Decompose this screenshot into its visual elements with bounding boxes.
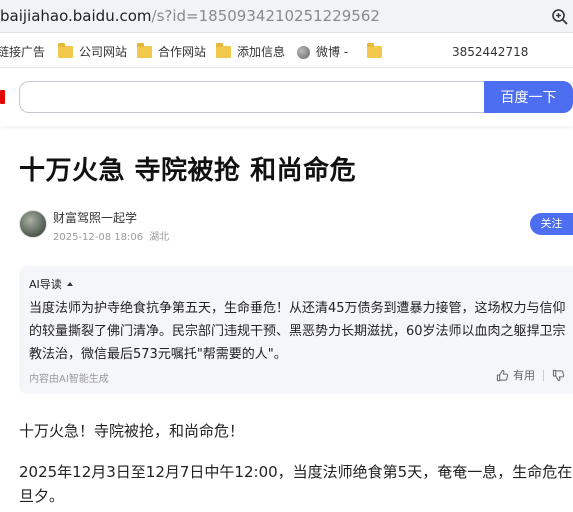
article-paragraph: 2025年12月3日至12月7日中午12:00，当度法师绝食第5天，奄奄一息，生… <box>19 463 573 505</box>
bookmarks-bar: 链接广告 公司网站 合作网站 添加信息 微博 - 3852442718 <box>0 34 573 68</box>
ai-disclaimer: 内容由AI智能生成 <box>29 374 109 385</box>
follow-button[interactable]: 关注 <box>530 213 573 235</box>
ai-summary-toggle[interactable]: AI导读 <box>29 276 73 292</box>
ai-summary-text: 当度法师为护寺绝食抗争第五天，生命垂危！从还清45万债务到遭暴力接管，这场权力与… <box>29 301 566 362</box>
bookmark-label: 链接广告 <box>0 45 46 59</box>
bookmark-label: 合作网站 <box>158 45 207 59</box>
bookmark-item[interactable]: 公司网站 <box>58 43 127 61</box>
ai-summary-box: AI导读 当度法师为护寺绝食抗争第五天，生命垂危！从还清45万债务到遭暴力接管，… <box>19 266 573 394</box>
publish-date: 2025-12-08 18:06 <box>53 232 144 243</box>
bookmark-item[interactable]: 链接广告 <box>0 43 45 61</box>
folder-icon <box>58 43 73 58</box>
article-title: 十万火急 寺院被抢 和尚命危 <box>19 156 357 186</box>
ai-heading: AI导读 <box>29 278 62 291</box>
search-header: 百度一下 <box>0 68 573 126</box>
counter-text: 3852442718 <box>452 45 529 59</box>
bookmark-counter: 3852442718 <box>452 43 528 61</box>
thumbs-up-icon[interactable] <box>496 369 509 382</box>
bookmark-label: 添加信息 <box>237 45 286 59</box>
caret-up-icon <box>66 282 73 286</box>
search-button[interactable]: 百度一下 <box>484 81 573 113</box>
thumbs-down-icon[interactable] <box>552 369 565 382</box>
folder-icon <box>367 43 382 58</box>
url-host: baijiahao.baidu.com <box>0 7 152 25</box>
ai-feedback: 有用 <box>496 367 565 383</box>
bookmark-item[interactable]: 添加信息 <box>216 43 285 61</box>
author-name[interactable]: 财富驾照一起学 <box>53 209 137 226</box>
divider <box>543 369 544 381</box>
folder-icon <box>216 43 231 58</box>
bookmark-item[interactable] <box>367 43 388 61</box>
folder-icon <box>137 43 152 58</box>
address-bar[interactable]: baijiahao.baidu.com/s?id=185093421025122… <box>0 0 573 33</box>
zoom-icon[interactable] <box>551 8 569 26</box>
article-paragraph: 十万火急！寺院被抢，和尚命危！ <box>19 422 245 440</box>
bookmark-label: 微博 - <box>316 45 349 59</box>
globe-icon <box>297 45 310 59</box>
publish-location: 湖北 <box>149 232 170 243</box>
bookmark-label: 公司网站 <box>79 45 128 59</box>
bookmark-item[interactable]: 微博 - <box>297 43 348 61</box>
avatar[interactable] <box>19 210 47 238</box>
baidu-logo[interactable] <box>0 90 5 104</box>
search-input[interactable] <box>19 81 486 113</box>
url-path: /s?id=1850934210251229562 <box>151 7 380 25</box>
article-meta: 2025-12-08 18:06 湖北 <box>53 228 169 243</box>
useful-label[interactable]: 有用 <box>513 367 535 383</box>
bookmark-item[interactable]: 合作网站 <box>137 43 206 61</box>
